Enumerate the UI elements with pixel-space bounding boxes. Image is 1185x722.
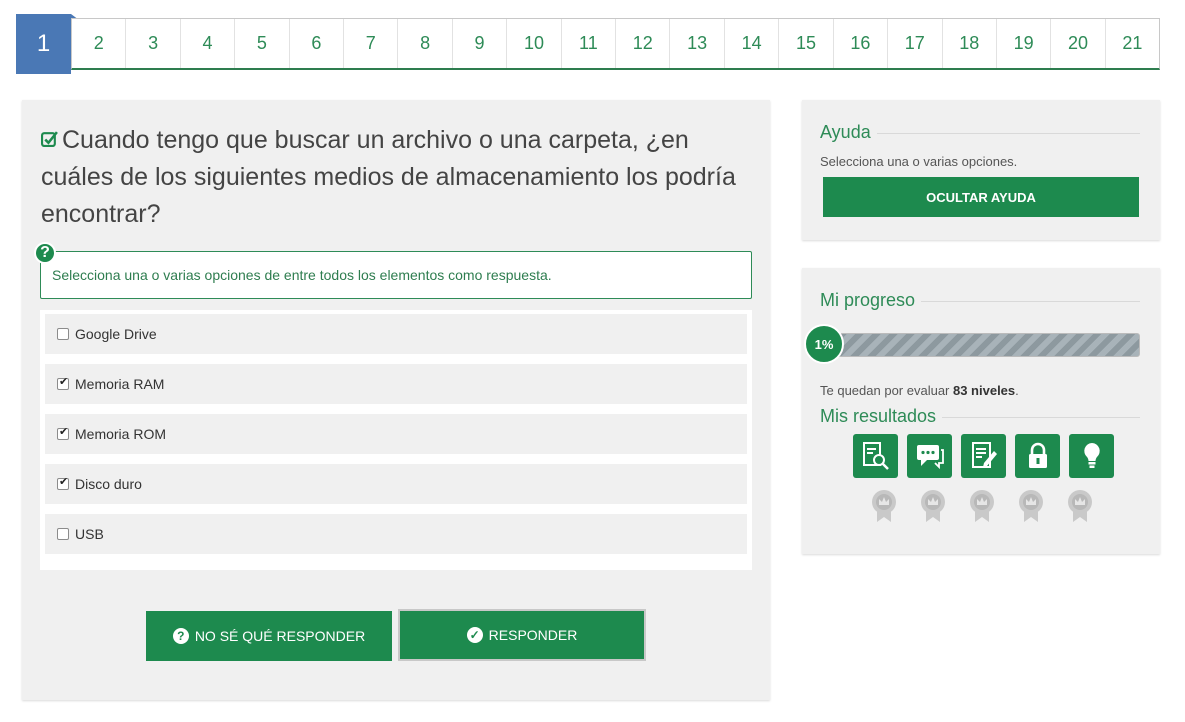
option-label: Google Drive — [75, 326, 157, 342]
pager-item[interactable]: 5 — [235, 19, 290, 68]
dont-know-label: NO SÉ QUÉ RESPONDER — [194, 628, 366, 644]
pager-item[interactable]: 9 — [453, 19, 508, 68]
pager-item[interactable]: 21 — [1106, 19, 1159, 68]
question-text: Cuando tengo que buscar un archivo o una… — [41, 126, 736, 228]
pager-item[interactable]: 3 — [126, 19, 181, 68]
pager-item[interactable]: 20 — [1051, 19, 1106, 68]
search-document-icon[interactable] — [853, 434, 898, 478]
dont-know-button[interactable]: ? NO SÉ QUÉ RESPONDER — [146, 611, 392, 661]
pager-item[interactable]: 14 — [725, 19, 780, 68]
progress-panel: Mi progreso 1% Te quedan por evaluar 83 … — [802, 268, 1160, 554]
answer-label: RESPONDER — [488, 627, 578, 643]
medal-icon — [970, 490, 994, 522]
pager-item[interactable]: 6 — [290, 19, 345, 68]
results-icons — [853, 434, 1114, 478]
pager-item[interactable]: 17 — [888, 19, 943, 68]
pager-item[interactable]: 7 — [344, 19, 399, 68]
edit-document-icon[interactable] — [961, 434, 1006, 478]
option-usb[interactable]: USB — [45, 514, 747, 554]
option-memoria-ram[interactable]: Memoria RAM — [45, 364, 747, 404]
medal-icon — [1068, 490, 1092, 522]
medal-icon — [872, 490, 896, 522]
results-title: Mis resultados — [820, 406, 943, 427]
pager-item[interactable]: 15 — [779, 19, 834, 68]
pager-item[interactable]: 2 — [72, 19, 127, 68]
remaining-count: 83 niveles — [952, 383, 1016, 398]
hide-help-button[interactable]: OCULTAR AYUDA — [823, 177, 1139, 217]
pager-item[interactable]: 10 — [507, 19, 562, 68]
answer-button[interactable]: ✓ RESPONDER — [398, 609, 646, 661]
help-text: Selecciona una o varias opciones. — [820, 154, 1018, 169]
question-panel: Cuando tengo que buscar un archivo o una… — [22, 100, 770, 700]
pager-item[interactable]: 18 — [943, 19, 997, 68]
help-title: Ayuda — [820, 122, 877, 143]
option-label: Disco duro — [75, 476, 142, 492]
pager-item[interactable]: 11 — [562, 19, 617, 68]
progress-percent-badge: 1% — [804, 324, 844, 364]
lightbulb-icon[interactable] — [1069, 434, 1114, 478]
edit-checkbox-icon — [41, 131, 58, 147]
remaining-suffix: . — [1015, 383, 1019, 398]
pager-item[interactable]: 13 — [670, 19, 725, 68]
instruction-box: ? Selecciona una o varias opciones de en… — [34, 242, 752, 299]
question-title: Cuando tengo que buscar un archivo o una… — [41, 122, 751, 233]
checkbox[interactable] — [57, 425, 69, 440]
options-list: Google Drive Memoria RAM Memoria ROM Dis… — [40, 310, 752, 570]
medal-icon — [1019, 490, 1043, 522]
option-memoria-rom[interactable]: Memoria ROM — [45, 414, 747, 454]
remaining-prefix: Te quedan por evaluar — [820, 383, 953, 398]
pager-item[interactable]: 8 — [398, 19, 453, 68]
instruction-text: Selecciona una o varias opciones de entr… — [52, 267, 552, 283]
progress-title: Mi progreso — [820, 290, 922, 311]
pager-item-active[interactable]: 1 — [16, 14, 79, 74]
remaining-levels-text: Te quedan por evaluar 83 niveles. — [820, 383, 1019, 398]
checkbox[interactable] — [57, 375, 69, 390]
option-google-drive[interactable]: Google Drive — [45, 314, 747, 354]
help-panel: Ayuda Selecciona una o varias opciones. … — [802, 100, 1160, 240]
option-disco-duro[interactable]: Disco duro — [45, 464, 747, 504]
checkbox[interactable] — [57, 528, 69, 540]
progress-bar — [812, 333, 1140, 357]
pager-item[interactable]: 12 — [616, 19, 671, 68]
question-mark-icon: ? — [34, 242, 56, 264]
lock-icon[interactable] — [1015, 434, 1060, 478]
option-label: Memoria RAM — [75, 376, 165, 392]
checkbox[interactable] — [57, 328, 69, 340]
check-circle-icon: ✓ — [466, 627, 483, 643]
option-label: Memoria ROM — [75, 426, 167, 442]
pager-item[interactable]: 16 — [834, 19, 889, 68]
option-label: USB — [75, 526, 104, 542]
medals-row — [870, 488, 1094, 524]
pager-item[interactable]: 4 — [181, 19, 236, 68]
pager-item[interactable]: 19 — [997, 19, 1052, 68]
question-circle-icon: ? — [172, 628, 189, 644]
chat-icon[interactable] — [907, 434, 952, 478]
pager-list: 2 3 4 5 6 7 8 9 10 11 12 13 14 15 16 17 … — [71, 18, 1160, 70]
checkbox[interactable] — [57, 475, 69, 490]
medal-icon — [921, 490, 945, 522]
